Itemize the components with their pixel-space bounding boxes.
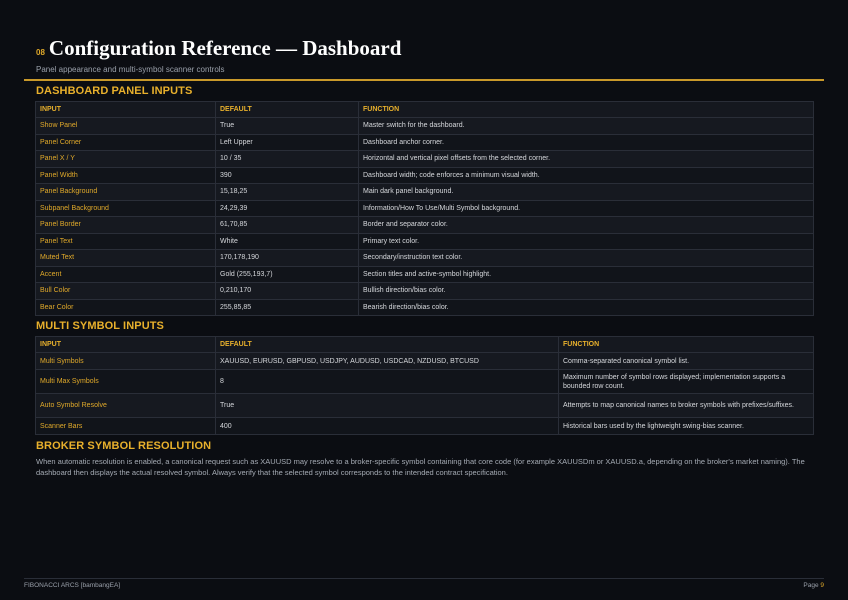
page-label: Page: [803, 582, 819, 589]
table-row: Auto Symbol Resolve True Attempts to map c…: [35, 393, 814, 418]
page-title: Configuration Reference — Dashboard: [48, 36, 402, 60]
function-cell: Maximum number of symbol rows displayed;…: [558, 369, 814, 394]
input-cell: Panel Width: [35, 166, 216, 184]
table-row: Scanner Bars 400 Historical bars used by t…: [35, 417, 814, 435]
function-cell: Bullish direction/bias color.: [358, 282, 814, 300]
section-number: 08: [36, 48, 45, 57]
dashboard-panel-table: INPUT DEFAULT FUNCTION Show Panel True Mas…: [35, 101, 814, 316]
default-cell: 170,178,190: [215, 249, 359, 267]
table-row: Accent Gold (255,193,7) Section titles and…: [35, 265, 814, 283]
input-cell: Accent: [35, 265, 216, 283]
page-subtitle: Panel appearance and multi-symbol scanne…: [36, 65, 225, 74]
input-cell: Panel X / Y: [35, 150, 216, 168]
page-number: 9: [820, 582, 824, 589]
column-header-default: DEFAULT: [215, 101, 359, 118]
function-cell: Horizontal and vertical pixel offsets fr…: [358, 150, 814, 168]
function-cell: Primary text color.: [358, 232, 814, 250]
function-cell: Main dark panel background.: [358, 183, 814, 201]
default-cell: 15,18,25: [215, 183, 359, 201]
dashboard-panel-heading: DASHBOARD PANEL INPUTS: [36, 85, 193, 97]
table-row: Panel Corner Left Upper Dashboard anchor c…: [35, 133, 814, 151]
function-cell: Section titles and active-symbol highlig…: [358, 265, 814, 283]
table-row: Panel Text White Primary text color.: [35, 232, 814, 250]
default-cell: White: [215, 232, 359, 250]
function-cell: Secondary/instruction text color.: [358, 249, 814, 267]
input-cell: Muted Text: [35, 249, 216, 267]
function-cell: Attempts to map canonical names to broke…: [558, 393, 814, 418]
input-cell: Bull Color: [35, 282, 216, 300]
default-cell: 0,210,170: [215, 282, 359, 300]
default-cell: XAUUSD, EURUSD, GBPUSD, USDJPY, AUDUSD, …: [215, 352, 559, 370]
default-cell: 61,70,85: [215, 216, 359, 234]
footer-divider: [24, 578, 824, 579]
default-cell: Left Upper: [215, 133, 359, 151]
table-row: Subpanel Background 24,29,39 Information/H…: [35, 199, 814, 217]
document-page: 08 Configuration Reference — Dashboard P…: [0, 0, 848, 600]
table-row: Panel X / Y 10 / 35 Horizontal and vertica…: [35, 150, 814, 168]
input-cell: Bear Color: [35, 298, 216, 316]
input-cell: Scanner Bars: [35, 417, 216, 435]
table-row: Multi Max Symbols 8 Maximum number of symb…: [35, 369, 814, 394]
column-header-function: FUNCTION: [558, 336, 814, 353]
header-divider: [24, 79, 824, 81]
page-header: 08 Configuration Reference — Dashboard P…: [36, 36, 401, 74]
column-header-input: INPUT: [35, 336, 216, 353]
default-cell: True: [215, 393, 559, 418]
function-cell: Comma-separated canonical symbol list.: [558, 352, 814, 370]
input-cell: Subpanel Background: [35, 199, 216, 217]
function-cell: Dashboard anchor corner.: [358, 133, 814, 151]
default-cell: 24,29,39: [215, 199, 359, 217]
input-cell: Auto Symbol Resolve: [35, 393, 216, 418]
function-cell: Bearish direction/bias color.: [358, 298, 814, 316]
default-cell: 255,85,85: [215, 298, 359, 316]
table-row: Panel Background 15,18,25 Main dark panel …: [35, 183, 814, 201]
table-row: Bear Color 255,85,85 Bearish direction/bia…: [35, 298, 814, 316]
input-cell: Show Panel: [35, 117, 216, 135]
default-cell: 10 / 35: [215, 150, 359, 168]
footer-page: Page 9: [803, 582, 824, 589]
input-cell: Panel Border: [35, 216, 216, 234]
multi-symbol-table: INPUT DEFAULT FUNCTION Multi Symbols XAUU…: [35, 336, 814, 435]
table-header-row: INPUT DEFAULT FUNCTION: [35, 101, 814, 118]
function-cell: Border and separator color.: [358, 216, 814, 234]
function-cell: Master switch for the dashboard.: [358, 117, 814, 135]
default-cell: 400: [215, 417, 559, 435]
multi-symbol-heading: MULTI SYMBOL INPUTS: [36, 320, 164, 332]
table-row: Show Panel True Master switch for the dash…: [35, 117, 814, 135]
default-cell: Gold (255,193,7): [215, 265, 359, 283]
footer-document-name: FIBONACCI ARCS [bambangEA]: [24, 582, 121, 589]
table-row: Panel Border 61,70,85 Border and separator…: [35, 216, 814, 234]
broker-resolution-text: When automatic resolution is enabled, a …: [36, 457, 805, 477]
column-header-function: FUNCTION: [358, 101, 814, 118]
function-cell: Information/How To Use/Multi Symbol back…: [358, 199, 814, 217]
table-row: Panel Width 390 Dashboard width; code enfo…: [35, 166, 814, 184]
default-cell: 390: [215, 166, 359, 184]
table-row: Bull Color 0,210,170 Bullish direction/bia…: [35, 282, 814, 300]
input-cell: Panel Background: [35, 183, 216, 201]
column-header-default: DEFAULT: [215, 336, 559, 353]
input-cell: Multi Symbols: [35, 352, 216, 370]
table-row: Multi Symbols XAUUSD, EURUSD, GBPUSD, USD…: [35, 352, 814, 370]
default-cell: True: [215, 117, 359, 135]
column-header-input: INPUT: [35, 101, 216, 118]
input-cell: Panel Text: [35, 232, 216, 250]
input-cell: Panel Corner: [35, 133, 216, 151]
broker-resolution-heading: BROKER SYMBOL RESOLUTION: [36, 440, 212, 452]
default-cell: 8: [215, 369, 559, 394]
input-cell: Multi Max Symbols: [35, 369, 216, 394]
function-cell: Historical bars used by the lightweight …: [558, 417, 814, 435]
table-header-row: INPUT DEFAULT FUNCTION: [35, 336, 814, 353]
function-cell: Dashboard width; code enforces a minimum…: [358, 166, 814, 184]
table-row: Muted Text 170,178,190 Secondary/instructi…: [35, 249, 814, 267]
